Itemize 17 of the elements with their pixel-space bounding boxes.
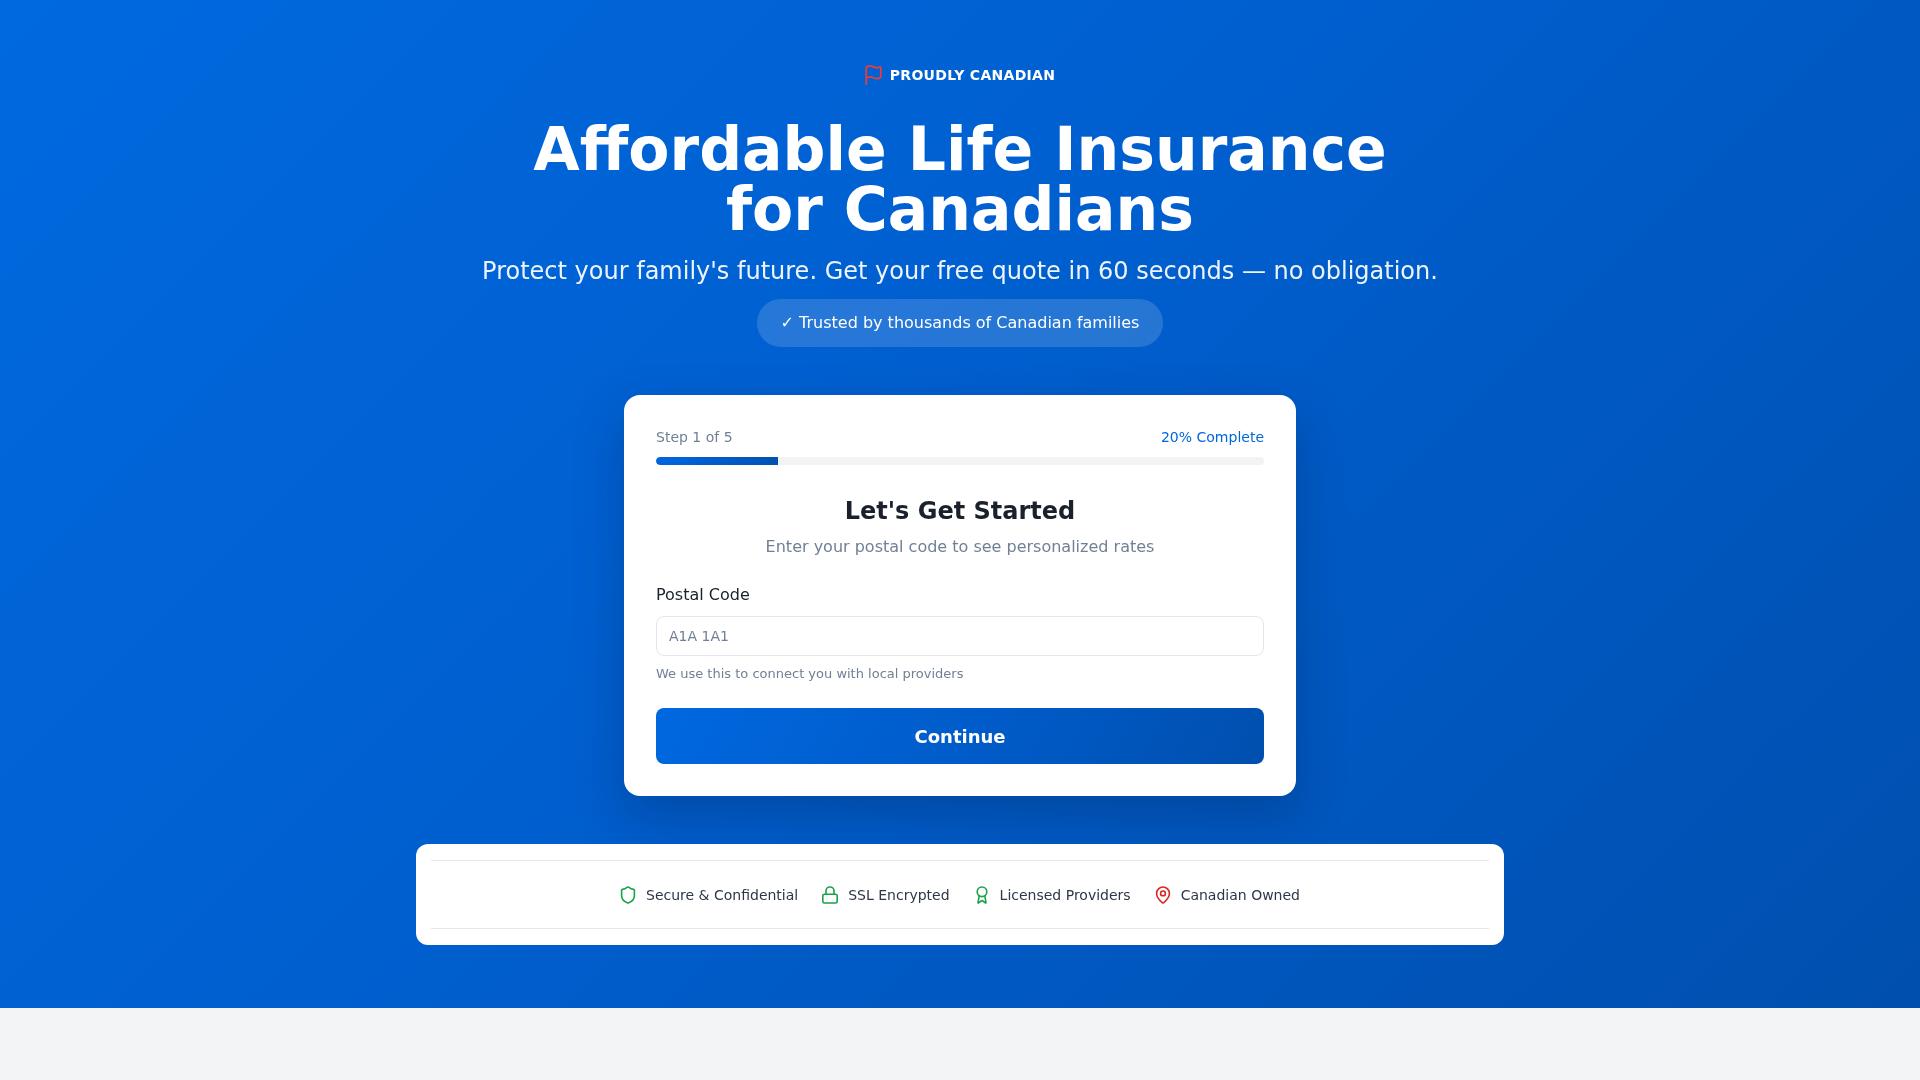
- badge-text: PROUDLY CANADIAN: [889, 66, 1056, 85]
- trust-label: SSL Encrypted: [848, 885, 950, 905]
- form-subheading: Enter your postal code to see personalized rates: [764, 536, 1156, 558]
- postal-code-input[interactable]: A1A 1A1: [656, 616, 1264, 656]
- continue-button[interactable]: Continue: [656, 708, 1264, 764]
- flag-icon: [864, 65, 882, 85]
- step-label: Step 1 of 5: [656, 428, 733, 447]
- hero-title: Affordable Life Insurance for Canadians: [532, 119, 1388, 239]
- trust-label: Secure & Confidential: [646, 885, 799, 905]
- field-hint: We use this to connect you with local providers: [656, 665, 965, 683]
- trust-label: Canadian Owned: [1180, 885, 1300, 905]
- hero-subtitle: Protect your family's future. Get your free quote in 60 seconds — no obligation.: [482, 256, 1438, 287]
- trust-pill: ✓ Trusted by thousands of Canadian families: [756, 299, 1164, 347]
- form-heading: Let's Get Started: [843, 496, 1077, 527]
- progress-percent: 20% Complete: [1160, 428, 1264, 447]
- field-label: Postal Code: [656, 584, 751, 606]
- trust-label: Licensed Providers: [999, 885, 1131, 905]
